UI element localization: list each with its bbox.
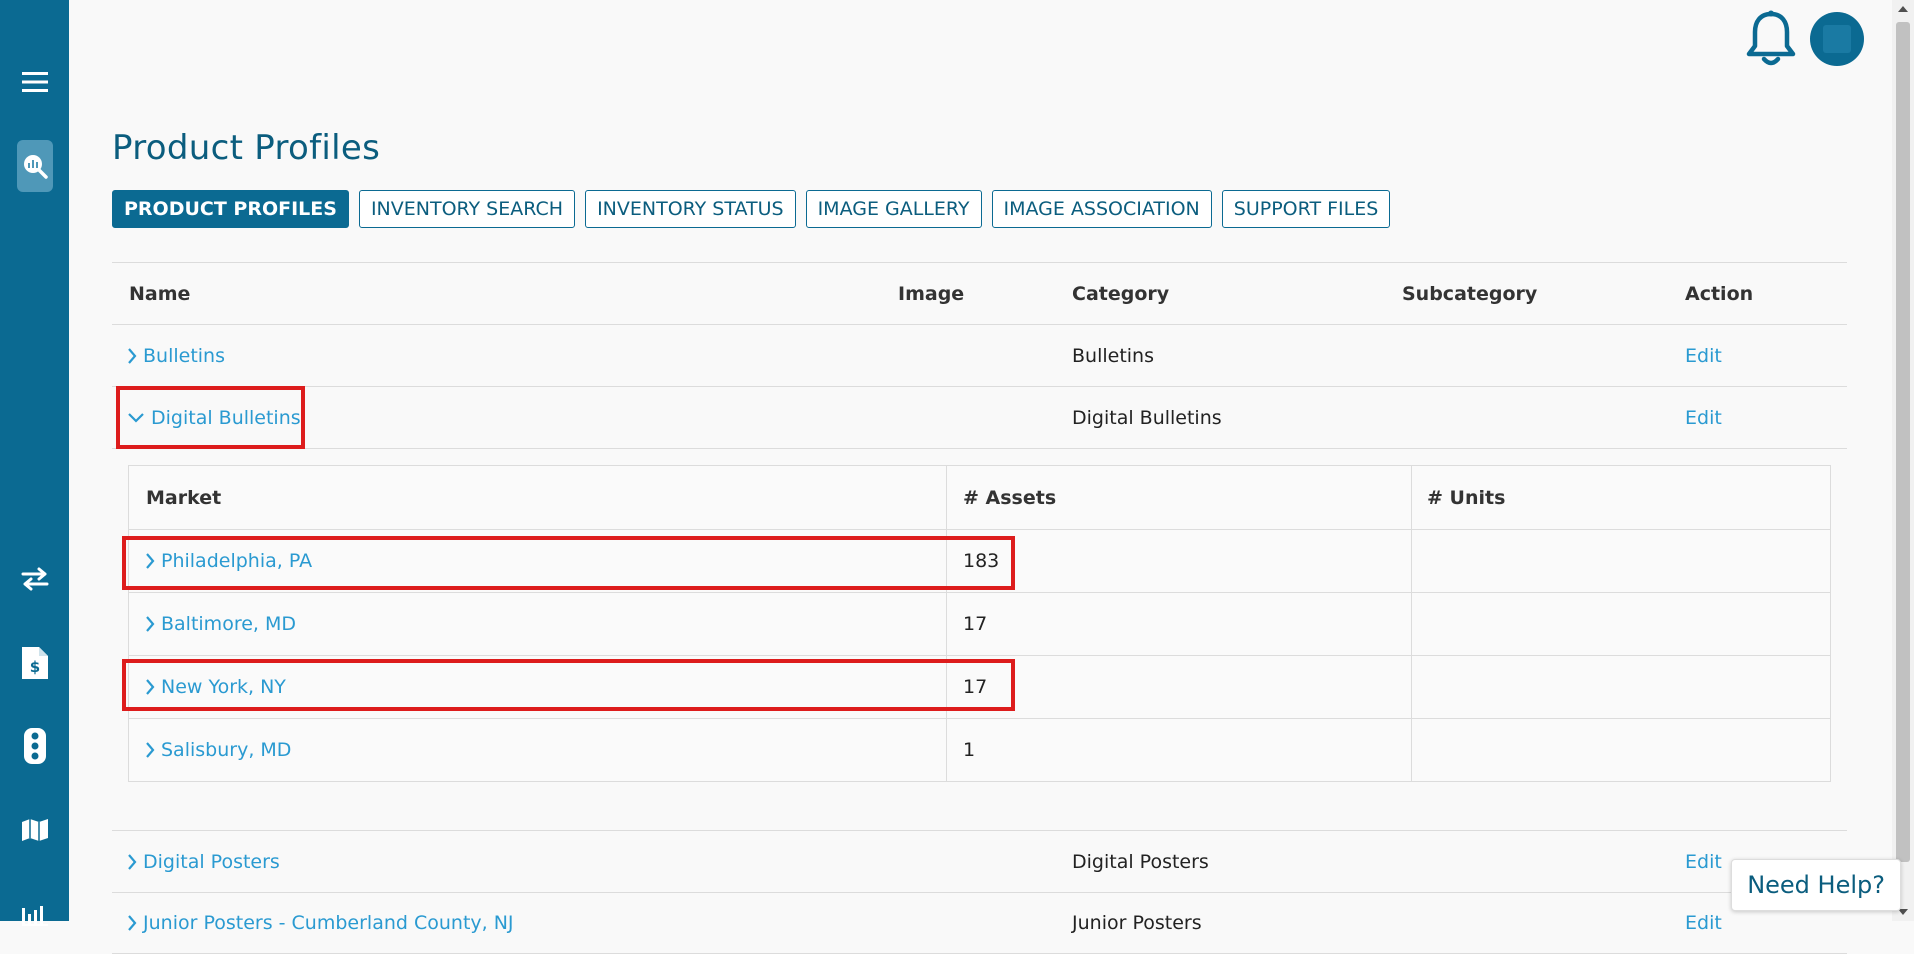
row-toggle-digital-posters[interactable]: Digital Posters [127, 831, 280, 892]
tab-inventory-status[interactable]: INVENTORY STATUS [585, 190, 796, 228]
sidebar-item-map[interactable] [0, 800, 69, 860]
chevron-right-icon [128, 915, 137, 931]
tab-image-gallery[interactable]: IMAGE GALLERY [805, 190, 982, 228]
column-header-subcategory: Subcategory [1402, 282, 1538, 305]
table-row: Bulletins Bulletins Edit [112, 324, 1847, 386]
map-icon [21, 819, 48, 841]
avatar[interactable] [1810, 12, 1864, 66]
row-name-link[interactable]: Junior Posters - Cumberland County, NJ [143, 912, 514, 934]
traffic-light-icon [23, 728, 46, 764]
column-header-market: Market [146, 486, 222, 509]
tab-product-profiles[interactable]: PRODUCT PROFILES [112, 190, 349, 228]
sidebar: $ [0, 0, 69, 926]
edit-link[interactable]: Edit [1685, 387, 1722, 448]
sidebar-item-reports[interactable] [0, 883, 69, 943]
inventory-search-icon [23, 155, 48, 179]
menu-icon [21, 72, 48, 92]
market-toggle[interactable]: Baltimore, MD [145, 593, 296, 655]
column-header-units: # Units [1427, 486, 1506, 509]
scrollbar-thumb[interactable] [1896, 22, 1910, 862]
menu-button[interactable] [0, 52, 69, 112]
column-header-category: Category [1072, 282, 1170, 305]
edit-link[interactable]: Edit [1685, 325, 1722, 386]
swap-icon [21, 567, 48, 591]
row-name-link[interactable]: Digital Posters [143, 851, 280, 873]
markets-subtable: Market # Assets # Units Philadelphia, PA… [128, 465, 1831, 782]
subtable-header-row: Market # Assets # Units [129, 466, 1830, 529]
row-category: Bulletins [1072, 344, 1154, 367]
sidebar-item-status[interactable] [0, 716, 69, 776]
chevron-right-icon [128, 347, 137, 364]
edit-link[interactable]: Edit [1685, 893, 1722, 953]
table-row: Junior Posters - Cumberland County, NJ J… [112, 892, 1847, 954]
tab-bar: PRODUCT PROFILES INVENTORY SEARCH INVENT… [112, 190, 1391, 228]
highlight-box-new-york [122, 659, 1015, 711]
table-row: Baltimore, MD 17 [129, 592, 1830, 655]
highlight-box-philadelphia [122, 536, 1015, 590]
page-title: Product Profiles [112, 128, 381, 168]
table-row: Digital Bulletins Digital Bulletins Edit [112, 386, 1847, 448]
chevron-right-icon [128, 853, 137, 870]
assets-count: 1 [963, 739, 976, 761]
table-header-row: Name Image Category Subcategory Action [112, 262, 1847, 324]
table-row: Digital Posters Digital Posters Edit [112, 830, 1847, 892]
row-name-link[interactable]: Bulletins [143, 345, 225, 367]
column-header-action: Action [1685, 282, 1754, 305]
highlight-box-digital-bulletins [116, 386, 305, 449]
tab-image-association[interactable]: IMAGE ASSOCIATION [991, 190, 1212, 228]
chevron-right-icon [146, 742, 155, 758]
svg-text:$: $ [29, 658, 39, 676]
market-toggle[interactable]: Salisbury, MD [145, 719, 291, 781]
notifications-button[interactable] [1745, 10, 1797, 72]
market-link[interactable]: Salisbury, MD [161, 739, 291, 761]
row-toggle-junior-posters[interactable]: Junior Posters - Cumberland County, NJ [127, 893, 514, 953]
bar-chart-icon [21, 906, 48, 926]
sidebar-item-transfers[interactable] [0, 549, 69, 609]
markets-subtable-wrap: Market # Assets # Units Philadelphia, PA… [128, 465, 1831, 782]
invoice-icon: $ [21, 647, 48, 679]
vertical-scrollbar[interactable] [1892, 0, 1914, 921]
column-header-name: Name [129, 282, 191, 305]
need-help-button[interactable]: Need Help? [1731, 859, 1901, 911]
tab-support-files[interactable]: SUPPORT FILES [1221, 190, 1391, 228]
row-toggle-bulletins[interactable]: Bulletins [127, 325, 225, 386]
expanded-markets-section: Market # Assets # Units Philadelphia, PA… [112, 448, 1847, 830]
column-header-assets: # Assets [963, 486, 1057, 509]
market-link[interactable]: Baltimore, MD [161, 613, 296, 635]
sidebar-item-inventory[interactable] [0, 136, 69, 196]
column-header-image: Image [898, 282, 965, 305]
sidebar-item-billing[interactable]: $ [0, 633, 69, 693]
edit-link[interactable]: Edit [1685, 831, 1722, 892]
scroll-up-icon[interactable] [1898, 6, 1908, 12]
row-category: Digital Bulletins [1072, 406, 1222, 429]
product-profiles-table: Name Image Category Subcategory Action B… [112, 262, 1847, 954]
assets-count: 17 [963, 613, 988, 635]
row-category: Digital Posters [1072, 850, 1209, 873]
bell-icon [1746, 10, 1796, 66]
chevron-right-icon [146, 616, 155, 632]
row-category: Junior Posters [1072, 912, 1202, 934]
table-row: Salisbury, MD 1 [129, 718, 1830, 781]
tab-inventory-search[interactable]: INVENTORY SEARCH [358, 190, 576, 228]
top-header [69, 0, 1892, 84]
